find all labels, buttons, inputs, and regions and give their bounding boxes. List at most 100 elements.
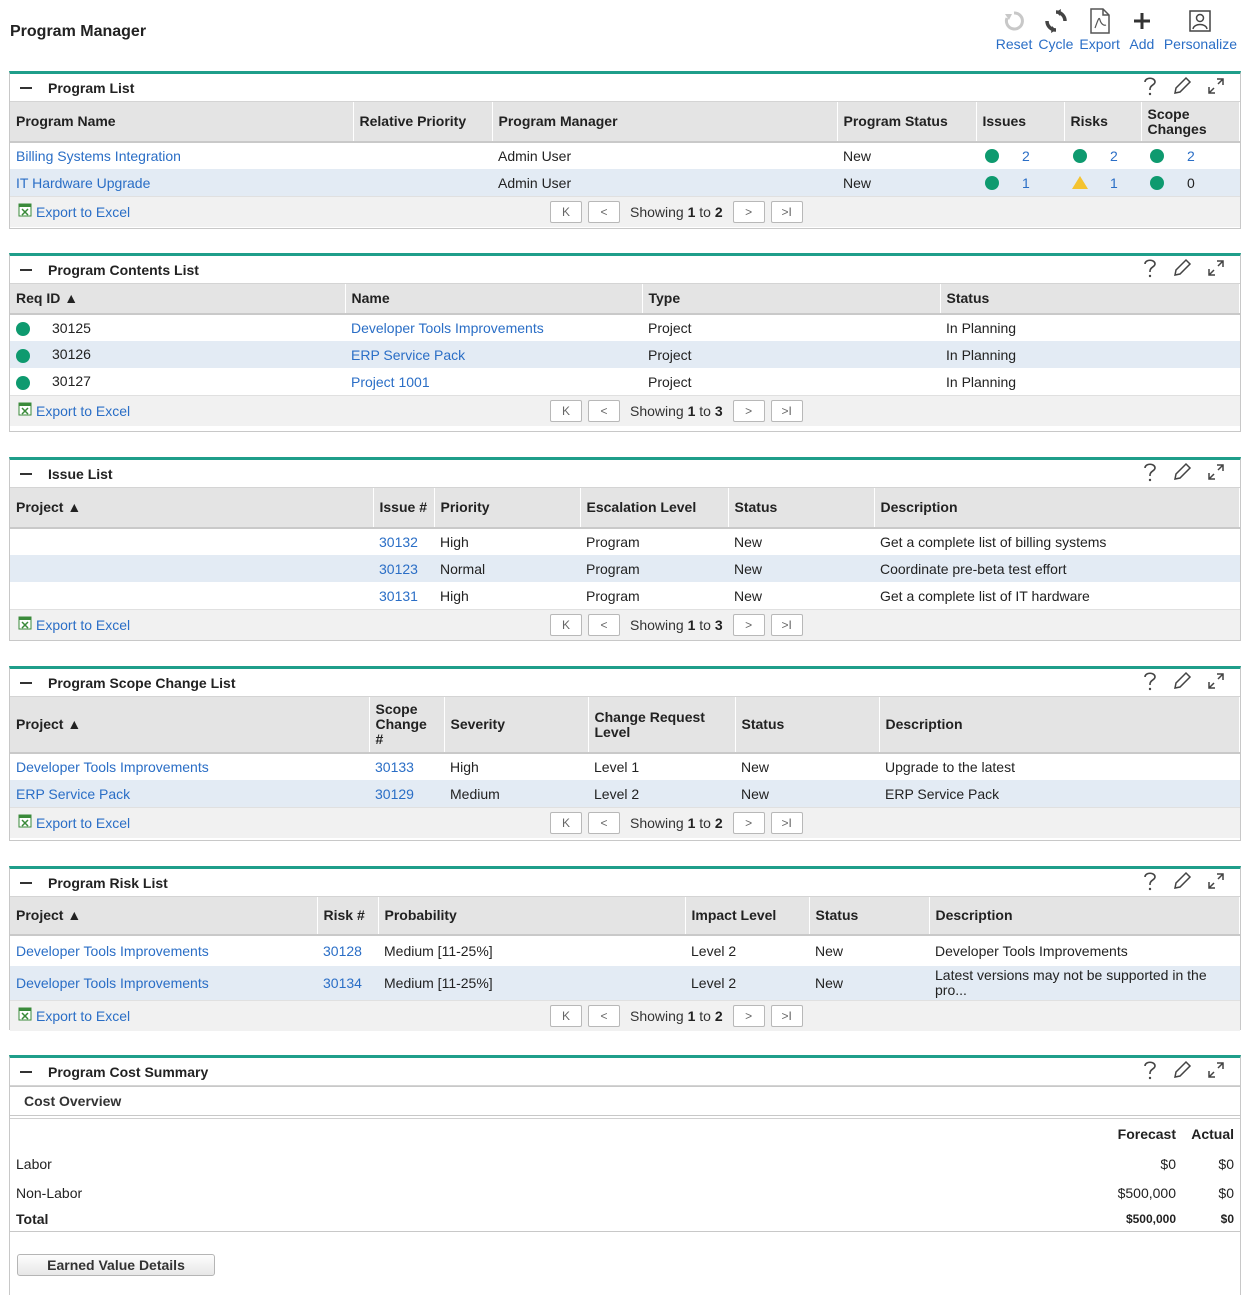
reset-button[interactable]: Reset [996, 6, 1032, 52]
last-page-button[interactable]: >I [770, 812, 803, 834]
column-header[interactable]: Description [879, 697, 1240, 754]
help-icon[interactable] [1142, 871, 1158, 891]
edit-pencil-icon[interactable] [1172, 76, 1192, 96]
scope-count-link[interactable]: 2 [1187, 148, 1195, 164]
column-header[interactable]: Type [642, 284, 941, 315]
help-icon[interactable] [1142, 1060, 1158, 1080]
next-page-button[interactable]: > [732, 201, 765, 223]
maximize-icon[interactable] [1206, 258, 1226, 278]
column-header[interactable]: Scope Change # [369, 697, 445, 754]
column-header[interactable]: Name [345, 284, 643, 315]
maximize-icon[interactable] [1206, 462, 1226, 482]
edit-pencil-icon[interactable] [1172, 671, 1192, 691]
first-page-button[interactable]: K [550, 201, 582, 223]
column-header[interactable]: Probability [378, 897, 686, 936]
column-header[interactable]: Program Status [837, 102, 977, 143]
help-icon[interactable] [1142, 258, 1158, 278]
last-page-button[interactable]: >I [770, 614, 803, 636]
prev-page-button[interactable]: < [588, 812, 620, 834]
export-button[interactable]: Export [1079, 6, 1120, 52]
maximize-icon[interactable] [1206, 76, 1226, 96]
column-header[interactable]: Status [809, 897, 930, 936]
earned-value-details-button[interactable]: Earned Value Details [17, 1254, 215, 1276]
issues-count-link[interactable]: 1 [1022, 175, 1030, 191]
collapse-icon[interactable] [20, 1070, 32, 1073]
column-header[interactable]: Impact Level [685, 897, 810, 936]
export-to-excel-link[interactable]: Export to Excel [18, 616, 130, 633]
last-page-button[interactable]: >I [770, 400, 803, 422]
column-header[interactable]: Escalation Level [580, 488, 729, 529]
column-header[interactable]: Program Manager [492, 102, 838, 143]
export-to-excel-link[interactable]: Export to Excel [18, 814, 130, 831]
column-header[interactable]: Project ▲ [10, 897, 318, 936]
collapse-icon[interactable] [20, 681, 32, 684]
help-icon[interactable] [1142, 76, 1158, 96]
program-name-link[interactable]: IT Hardware Upgrade [16, 175, 150, 191]
prev-page-button[interactable]: < [588, 201, 620, 223]
first-page-button[interactable]: K [550, 1005, 582, 1027]
personalize-button[interactable]: Personalize [1164, 6, 1237, 52]
column-header[interactable]: Description [929, 897, 1240, 936]
column-header[interactable]: Scope Changes [1141, 102, 1240, 143]
column-header[interactable]: Severity [444, 697, 589, 754]
prev-page-button[interactable]: < [588, 1005, 620, 1027]
column-header[interactable]: Project ▲ [10, 488, 374, 529]
add-button[interactable]: Add [1126, 6, 1158, 52]
edit-pencil-icon[interactable] [1172, 258, 1192, 278]
content-name-link[interactable]: Developer Tools Improvements [351, 320, 544, 336]
content-name-link[interactable]: ERP Service Pack [351, 347, 465, 363]
project-link[interactable]: Developer Tools Improvements [16, 975, 209, 991]
last-page-button[interactable]: >I [770, 201, 803, 223]
risk-number-link[interactable]: 30134 [323, 975, 362, 991]
scope-change-number-link[interactable]: 30133 [375, 759, 414, 775]
column-header[interactable]: Relative Priority [353, 102, 493, 143]
column-header[interactable]: Status [940, 284, 1240, 315]
column-header[interactable]: Req ID ▲ [10, 284, 346, 315]
program-name-link[interactable]: Billing Systems Integration [16, 148, 181, 164]
project-link[interactable]: Developer Tools Improvements [16, 759, 209, 775]
first-page-button[interactable]: K [550, 812, 582, 834]
next-page-button[interactable]: > [732, 1005, 765, 1027]
column-header[interactable]: Project ▲ [10, 697, 370, 754]
risk-number-link[interactable]: 30128 [323, 943, 362, 959]
first-page-button[interactable]: K [550, 400, 582, 422]
project-link[interactable]: Developer Tools Improvements [16, 943, 209, 959]
maximize-icon[interactable] [1206, 871, 1226, 891]
collapse-icon[interactable] [20, 86, 32, 89]
next-page-button[interactable]: > [732, 614, 765, 636]
export-to-excel-link[interactable]: Export to Excel [18, 1007, 130, 1024]
column-header[interactable]: Description [874, 488, 1240, 529]
first-page-button[interactable]: K [550, 614, 582, 636]
maximize-icon[interactable] [1206, 671, 1226, 691]
collapse-icon[interactable] [20, 881, 32, 884]
edit-pencil-icon[interactable] [1172, 1060, 1192, 1080]
issue-number-link[interactable]: 30131 [379, 588, 418, 604]
column-header[interactable]: Issues [976, 102, 1065, 143]
risks-count-link[interactable]: 2 [1110, 148, 1118, 164]
project-link[interactable]: ERP Service Pack [16, 786, 130, 802]
prev-page-button[interactable]: < [588, 400, 620, 422]
issue-number-link[interactable]: 30123 [379, 561, 418, 577]
scope-change-number-link[interactable]: 30129 [375, 786, 414, 802]
next-page-button[interactable]: > [732, 400, 765, 422]
issue-number-link[interactable]: 30132 [379, 534, 418, 550]
collapse-icon[interactable] [20, 268, 32, 271]
column-header[interactable]: Risk # [317, 897, 379, 936]
column-header[interactable]: Program Name [10, 102, 354, 143]
edit-pencil-icon[interactable] [1172, 462, 1192, 482]
column-header[interactable]: Risks [1064, 102, 1142, 143]
content-name-link[interactable]: Project 1001 [351, 374, 430, 390]
risks-count-link[interactable]: 1 [1110, 175, 1118, 191]
column-header[interactable]: Status [728, 488, 875, 529]
column-header[interactable]: Issue # [373, 488, 435, 529]
next-page-button[interactable]: > [732, 812, 765, 834]
last-page-button[interactable]: >I [770, 1005, 803, 1027]
edit-pencil-icon[interactable] [1172, 871, 1192, 891]
help-icon[interactable] [1142, 462, 1158, 482]
export-to-excel-link[interactable]: Export to Excel [18, 203, 130, 220]
issues-count-link[interactable]: 2 [1022, 148, 1030, 164]
prev-page-button[interactable]: < [588, 614, 620, 636]
cycle-button[interactable]: Cycle [1038, 6, 1073, 52]
help-icon[interactable] [1142, 671, 1158, 691]
export-to-excel-link[interactable]: Export to Excel [18, 402, 130, 419]
